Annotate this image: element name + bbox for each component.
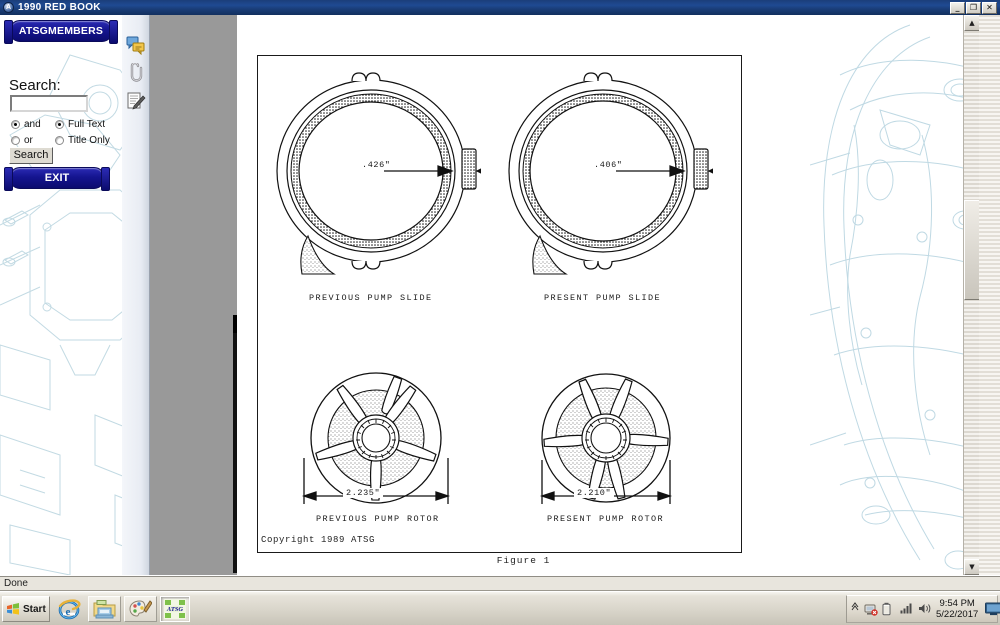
- svg-text:ATSG: ATSG: [166, 606, 184, 613]
- radio-or[interactable]: or: [11, 135, 33, 146]
- internet-explorer-icon: e: [58, 599, 81, 620]
- start-label: Start: [23, 603, 46, 615]
- document-page: .426" PREVIOUS PUMP SLIDE .406" PRESENT …: [237, 15, 810, 575]
- previous-pump-rotor-dimension: 2.235": [343, 488, 384, 498]
- present-pump-slide-label: PRESENT PUMP SLIDE: [544, 293, 662, 303]
- radio-full-text-label: Full Text: [68, 119, 106, 130]
- paint-icon: [129, 599, 152, 617]
- taskbar-item-atsg[interactable]: ATSG: [160, 596, 190, 622]
- present-pump-slide-drawing: [508, 72, 713, 275]
- window-title-bar[interactable]: A 1990 RED BOOK _ ❐ ✕: [0, 0, 1000, 15]
- clock-time: 9:54 PM: [939, 598, 975, 609]
- search-label: Search:: [9, 77, 61, 94]
- file-explorer-icon: [93, 599, 116, 618]
- restore-button[interactable]: ❐: [966, 1, 981, 14]
- volume-icon[interactable]: [918, 602, 931, 616]
- present-pump-rotor-drawing: [539, 373, 673, 504]
- search-input[interactable]: [10, 95, 88, 112]
- search-button[interactable]: Search: [9, 147, 53, 164]
- minimize-button[interactable]: _: [950, 1, 965, 14]
- radio-title-only[interactable]: Title Only: [55, 135, 110, 146]
- close-button[interactable]: ✕: [982, 1, 997, 14]
- radio-title-only-dot: [55, 136, 64, 145]
- windows-flag-icon: [7, 603, 19, 615]
- present-pump-slide-dimension: .406": [594, 160, 623, 170]
- radio-and-label: and: [24, 119, 41, 130]
- status-bar-divider: [0, 576, 1000, 592]
- vertical-scrollbar[interactable]: ▲ ▼: [963, 15, 980, 575]
- taskbar-item-internet-explorer[interactable]: e: [52, 596, 85, 622]
- network-disconnected-icon[interactable]: [864, 602, 878, 616]
- attachments-icon[interactable]: [126, 63, 146, 83]
- figure-caption: Figure 1: [496, 555, 551, 566]
- signature-icon[interactable]: [126, 91, 146, 111]
- start-button[interactable]: Start: [2, 596, 50, 622]
- application-window: ATSGMEMBERS Search: and or Full Text Tit…: [0, 15, 1000, 575]
- chevron-up-icon[interactable]: [851, 602, 859, 616]
- system-tray: 9:54 PM 5/22/2017: [846, 595, 1000, 623]
- figure-border: .426" PREVIOUS PUMP SLIDE .406" PRESENT …: [257, 55, 742, 553]
- previous-pump-slide-dimension: .426": [362, 160, 391, 170]
- present-pump-rotor-dimension: 2.210": [574, 488, 615, 498]
- acrobat-icon: A: [3, 2, 14, 13]
- scroll-down-button[interactable]: ▼: [964, 559, 980, 575]
- comments-icon[interactable]: [126, 35, 146, 55]
- search-panel: ATSGMEMBERS Search: and or Full Text Tit…: [0, 15, 122, 575]
- navigation-pane-rail: [122, 15, 150, 575]
- atsg-app-icon: ATSG: [164, 599, 186, 619]
- taskbar-item-file-explorer[interactable]: [88, 596, 121, 622]
- previous-pump-slide-drawing: [276, 72, 481, 275]
- signal-bars-icon[interactable]: [900, 602, 913, 616]
- present-pump-rotor-label: PRESENT PUMP ROTOR: [547, 514, 665, 524]
- radio-and[interactable]: and: [11, 119, 41, 130]
- radio-title-only-label: Title Only: [68, 135, 110, 146]
- window-controls: _ ❐ ✕: [950, 1, 1000, 14]
- clock[interactable]: 9:54 PM 5/22/2017: [936, 598, 978, 620]
- radio-or-label: or: [24, 135, 33, 146]
- scroll-thumb[interactable]: [964, 200, 980, 300]
- scroll-up-button[interactable]: ▲: [964, 15, 980, 31]
- battery-icon[interactable]: [882, 602, 895, 616]
- desktop-right-edge: [979, 15, 1000, 575]
- taskbar: Start e ATSG 9:54 PM 5/22/2017: [0, 591, 1000, 625]
- previous-pump-slide-label: PREVIOUS PUMP SLIDE: [309, 293, 433, 303]
- previous-pump-rotor-label: PREVIOUS PUMP ROTOR: [316, 514, 440, 524]
- svg-text:e: e: [65, 606, 70, 618]
- previous-pump-rotor-drawing: [301, 372, 451, 504]
- status-text: Done: [4, 578, 28, 589]
- taskbar-item-paint[interactable]: [124, 596, 157, 622]
- copyright-text: Copyright 1989 ATSG: [261, 535, 376, 545]
- window-title: 1990 RED BOOK: [18, 2, 101, 13]
- atsg-members-button[interactable]: ATSGMEMBERS: [4, 20, 118, 44]
- radio-full-text[interactable]: Full Text: [55, 119, 105, 130]
- radio-full-text-dot: [55, 120, 64, 129]
- radio-or-dot: [11, 136, 20, 145]
- radio-and-dot: [11, 120, 20, 129]
- clock-date: 5/22/2017: [936, 609, 979, 620]
- monitor-icon[interactable]: [985, 602, 1000, 616]
- exit-button[interactable]: EXIT: [4, 167, 110, 191]
- document-viewer: .426" PREVIOUS PUMP SLIDE .406" PRESENT …: [150, 15, 810, 575]
- status-bar: Done: [0, 575, 1000, 591]
